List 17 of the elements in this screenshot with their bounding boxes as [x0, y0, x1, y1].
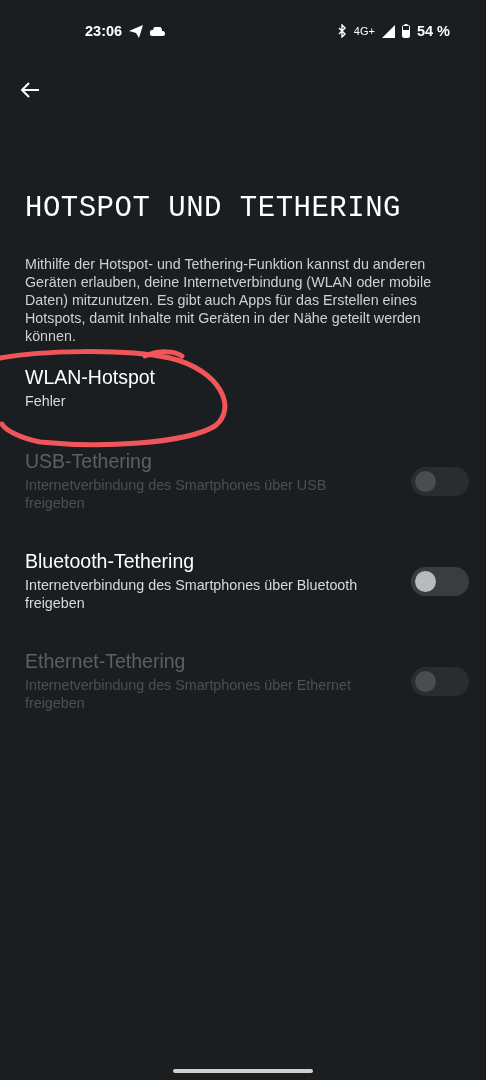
page-title: HOTSPOT UND TETHERING: [25, 192, 402, 225]
setting-summary: Fehler: [25, 392, 67, 410]
cloud-icon: [150, 26, 166, 36]
clock-time: 23:06: [85, 23, 123, 39]
setting-title[interactable]: WLAN-Hotspot: [25, 366, 469, 389]
signal-icon: [381, 24, 395, 38]
setting-summary: Internetverbindung des Smartphones über Bluetooth freigeben: [25, 576, 359, 612]
back-arrow-icon: [20, 81, 40, 99]
battery-icon: [401, 24, 410, 38]
paper-plane-icon: [129, 24, 144, 38]
bluetooth-icon: [337, 24, 347, 38]
network-type: 4G+: [353, 25, 375, 37]
toggle-switch[interactable]: [411, 566, 469, 596]
battery-percent: 54 %: [416, 23, 450, 39]
description-text: Mithilfe der Hotspot- und Tethering-Funktion kannst du anderen Geräten erlauben, deine Internetverbindung (WLAN oder mobile Daten) mitzunutzen. Es gibt auch Apps für das Erstellen eines Hotspots, damit Inhalte mit Geräten in der Nähe geteilt werden können.: [25, 255, 433, 345]
setting-title[interactable]: Bluetooth-Tethering: [25, 550, 391, 573]
home-indicator[interactable]: [173, 1069, 313, 1073]
